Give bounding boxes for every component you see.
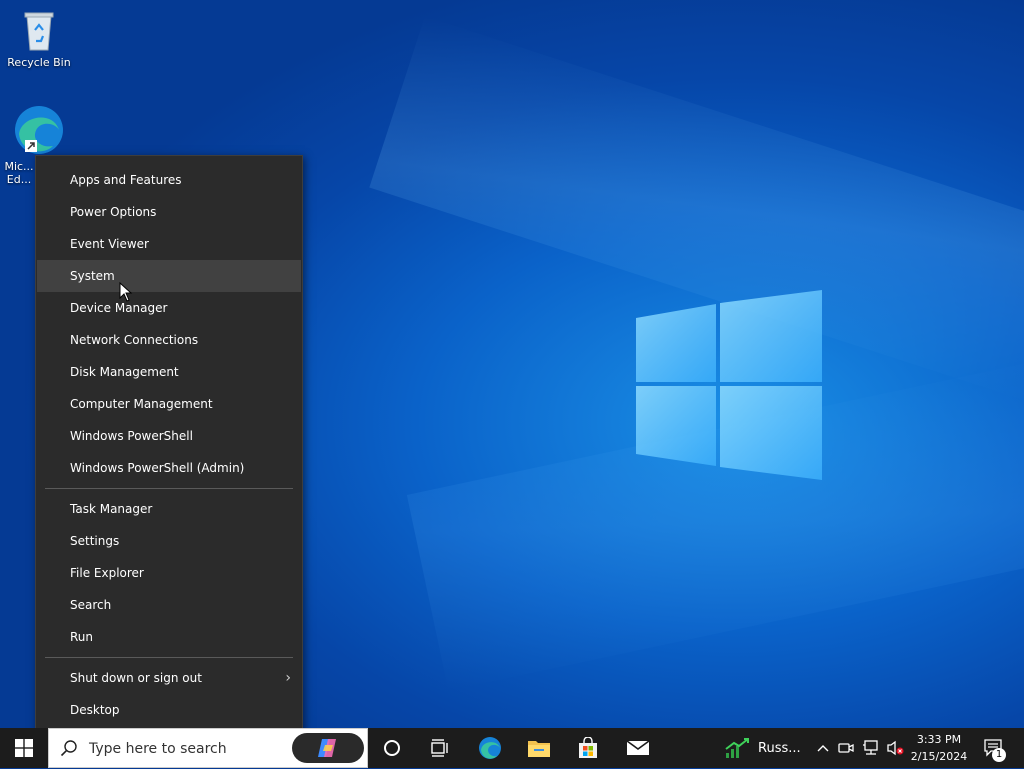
windows-start-icon bbox=[15, 739, 33, 757]
clock-time: 3:33 PM bbox=[916, 733, 962, 746]
desktop-icon-label: Mic... Ed... bbox=[4, 160, 34, 186]
cortana-button[interactable] bbox=[372, 728, 412, 768]
menu-item-label: Settings bbox=[70, 534, 120, 548]
menu-item-computer-management[interactable]: Computer Management bbox=[37, 388, 301, 420]
menu-item-label: Desktop bbox=[70, 703, 120, 717]
menu-item-apps-and-features[interactable]: Apps and Features bbox=[37, 164, 301, 196]
task-view-icon bbox=[431, 739, 448, 757]
menu-separator bbox=[45, 657, 293, 658]
action-center-button[interactable]: 1 bbox=[978, 728, 1010, 768]
menu-separator bbox=[45, 488, 293, 489]
menu-item-disk-management[interactable]: Disk Management bbox=[37, 356, 301, 388]
store-icon bbox=[579, 737, 597, 758]
search-placeholder: Type here to search bbox=[89, 741, 227, 757]
folder-icon bbox=[528, 741, 550, 757]
edge-icon bbox=[479, 737, 501, 759]
menu-item-file-explorer[interactable]: File Explorer bbox=[37, 557, 301, 589]
meet-now-button[interactable] bbox=[836, 728, 856, 768]
notification-count-badge: 1 bbox=[992, 748, 1006, 762]
recycle-bin-icon bbox=[24, 12, 54, 51]
menu-item-shut-down-or-sign-out[interactable]: Shut down or sign out › bbox=[37, 662, 301, 694]
search-icon bbox=[60, 740, 77, 757]
menu-item-windows-powershell[interactable]: Windows PowerShell bbox=[37, 420, 301, 452]
edge-icon bbox=[15, 106, 63, 154]
menu-item-power-options[interactable]: Power Options bbox=[37, 196, 301, 228]
stock-label: Russ... bbox=[758, 740, 801, 756]
menu-item-search[interactable]: Search bbox=[37, 589, 301, 621]
menu-item-settings[interactable]: Settings bbox=[37, 525, 301, 557]
menu-item-system[interactable]: System bbox=[37, 260, 301, 292]
stocks-widget[interactable]: Russ... bbox=[724, 728, 801, 768]
network-icon bbox=[863, 740, 878, 755]
stock-chart-icon bbox=[725, 738, 749, 758]
menu-item-label: Disk Management bbox=[70, 365, 179, 379]
chevron-up-icon bbox=[817, 745, 829, 752]
clock-date: 2/15/2024 bbox=[910, 750, 968, 763]
menu-item-label: System bbox=[70, 269, 115, 283]
menu-item-network-connections[interactable]: Network Connections bbox=[37, 324, 301, 356]
microsoft-store-button[interactable] bbox=[568, 728, 608, 768]
menu-item-task-manager[interactable]: Task Manager bbox=[37, 493, 301, 525]
menu-item-label: Search bbox=[70, 598, 112, 612]
menu-item-label: Event Viewer bbox=[70, 237, 149, 251]
recycle-bin-desktop-icon[interactable]: Recycle Bin bbox=[1, 8, 77, 69]
menu-item-label: Computer Management bbox=[70, 397, 213, 411]
volume-muted-icon bbox=[887, 740, 904, 756]
network-button[interactable] bbox=[860, 728, 882, 768]
cortana-circle-icon bbox=[384, 740, 400, 756]
menu-item-label: Network Connections bbox=[70, 333, 199, 347]
mail-button[interactable] bbox=[618, 728, 658, 768]
menu-item-windows-powershell-admin[interactable]: Windows PowerShell (Admin) bbox=[37, 452, 301, 484]
clock[interactable]: 3:33 PM 2/15/2024 bbox=[906, 731, 972, 765]
menu-item-run[interactable]: Run bbox=[37, 621, 301, 653]
winx-context-menu: Apps and Features Power Options Event Vi… bbox=[35, 155, 303, 733]
menu-item-event-viewer[interactable]: Event Viewer bbox=[37, 228, 301, 260]
show-hidden-icons-button[interactable] bbox=[812, 728, 834, 768]
chevron-right-icon: › bbox=[285, 670, 291, 686]
copilot-button[interactable] bbox=[292, 733, 364, 763]
menu-item-label: Power Options bbox=[70, 205, 157, 219]
task-view-button[interactable] bbox=[420, 728, 460, 768]
windows-logo-wallpaper bbox=[636, 290, 822, 480]
menu-item-device-manager[interactable]: Device Manager bbox=[37, 292, 301, 324]
menu-item-label: Task Manager bbox=[70, 502, 153, 516]
copilot-icon bbox=[318, 739, 336, 757]
menu-item-desktop[interactable]: Desktop bbox=[37, 694, 301, 726]
menu-item-label: Apps and Features bbox=[70, 173, 182, 187]
menu-item-label: Device Manager bbox=[70, 301, 168, 315]
taskbar-edge-button[interactable] bbox=[470, 728, 510, 768]
volume-button[interactable] bbox=[884, 728, 906, 768]
menu-item-label: File Explorer bbox=[70, 566, 144, 580]
mouse-pointer-icon bbox=[119, 282, 133, 302]
start-button[interactable] bbox=[0, 728, 48, 768]
taskbar: Type here to search Russ... 3:33 PM 2/15… bbox=[0, 728, 1024, 768]
menu-item-label: Windows PowerShell bbox=[70, 429, 193, 443]
menu-item-label: Shut down or sign out bbox=[70, 671, 202, 685]
menu-item-label: Windows PowerShell (Admin) bbox=[70, 461, 245, 475]
file-explorer-button[interactable] bbox=[519, 728, 559, 768]
mail-icon bbox=[626, 740, 650, 755]
camera-icon bbox=[838, 743, 854, 753]
menu-item-label: Run bbox=[70, 630, 94, 644]
desktop-icon-label: Recycle Bin bbox=[7, 56, 71, 69]
